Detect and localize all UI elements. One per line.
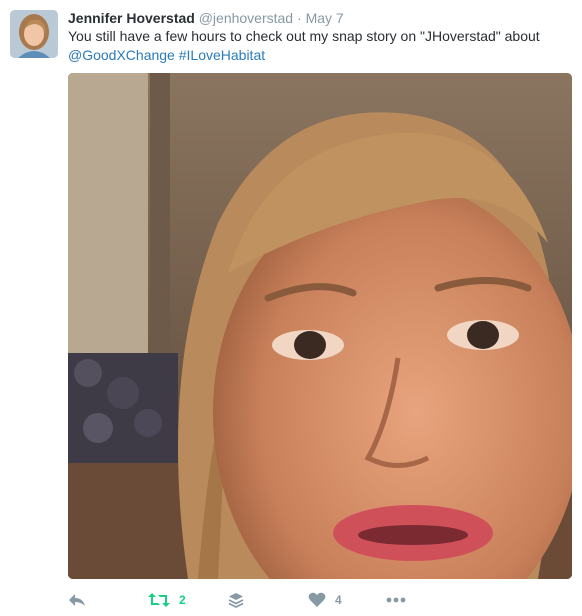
more-dots-icon <box>386 597 406 603</box>
layers-icon <box>228 593 244 608</box>
retweet-button[interactable]: 2 <box>148 588 186 612</box>
tweet-actions-bar: 2 4 <box>68 588 572 612</box>
like-button[interactable]: 4 <box>308 588 342 612</box>
mention-link-goodxchange[interactable]: @GoodXChange <box>68 47 175 63</box>
tweet-text: You still have a few hours to check out … <box>68 27 573 65</box>
tweet-media-photo[interactable] <box>68 73 572 579</box>
reply-button[interactable] <box>68 588 86 612</box>
avatar-image <box>10 10 58 58</box>
more-options-button[interactable] <box>386 588 406 612</box>
add-to-moment-button[interactable] <box>228 588 244 612</box>
tweet-header: Jennifer Hoverstad @jenhoverstad · May 7 <box>68 9 344 27</box>
tweet-body-text: You still have a few hours to check out … <box>68 28 540 44</box>
selfie-photo <box>68 73 572 579</box>
retweet-icon <box>148 593 170 607</box>
author-handle[interactable]: @jenhoverstad <box>199 10 293 26</box>
hashtag-link-ilovehabitat[interactable]: #ILoveHabitat <box>179 47 265 63</box>
tweet-date[interactable]: May 7 <box>306 10 344 26</box>
reply-icon <box>69 594 85 606</box>
heart-icon <box>308 592 326 607</box>
header-separator: · <box>297 10 302 26</box>
like-count: 4 <box>335 593 342 607</box>
retweet-count: 2 <box>179 593 186 607</box>
author-name[interactable]: Jennifer Hoverstad <box>68 10 195 26</box>
author-avatar[interactable] <box>10 10 58 58</box>
